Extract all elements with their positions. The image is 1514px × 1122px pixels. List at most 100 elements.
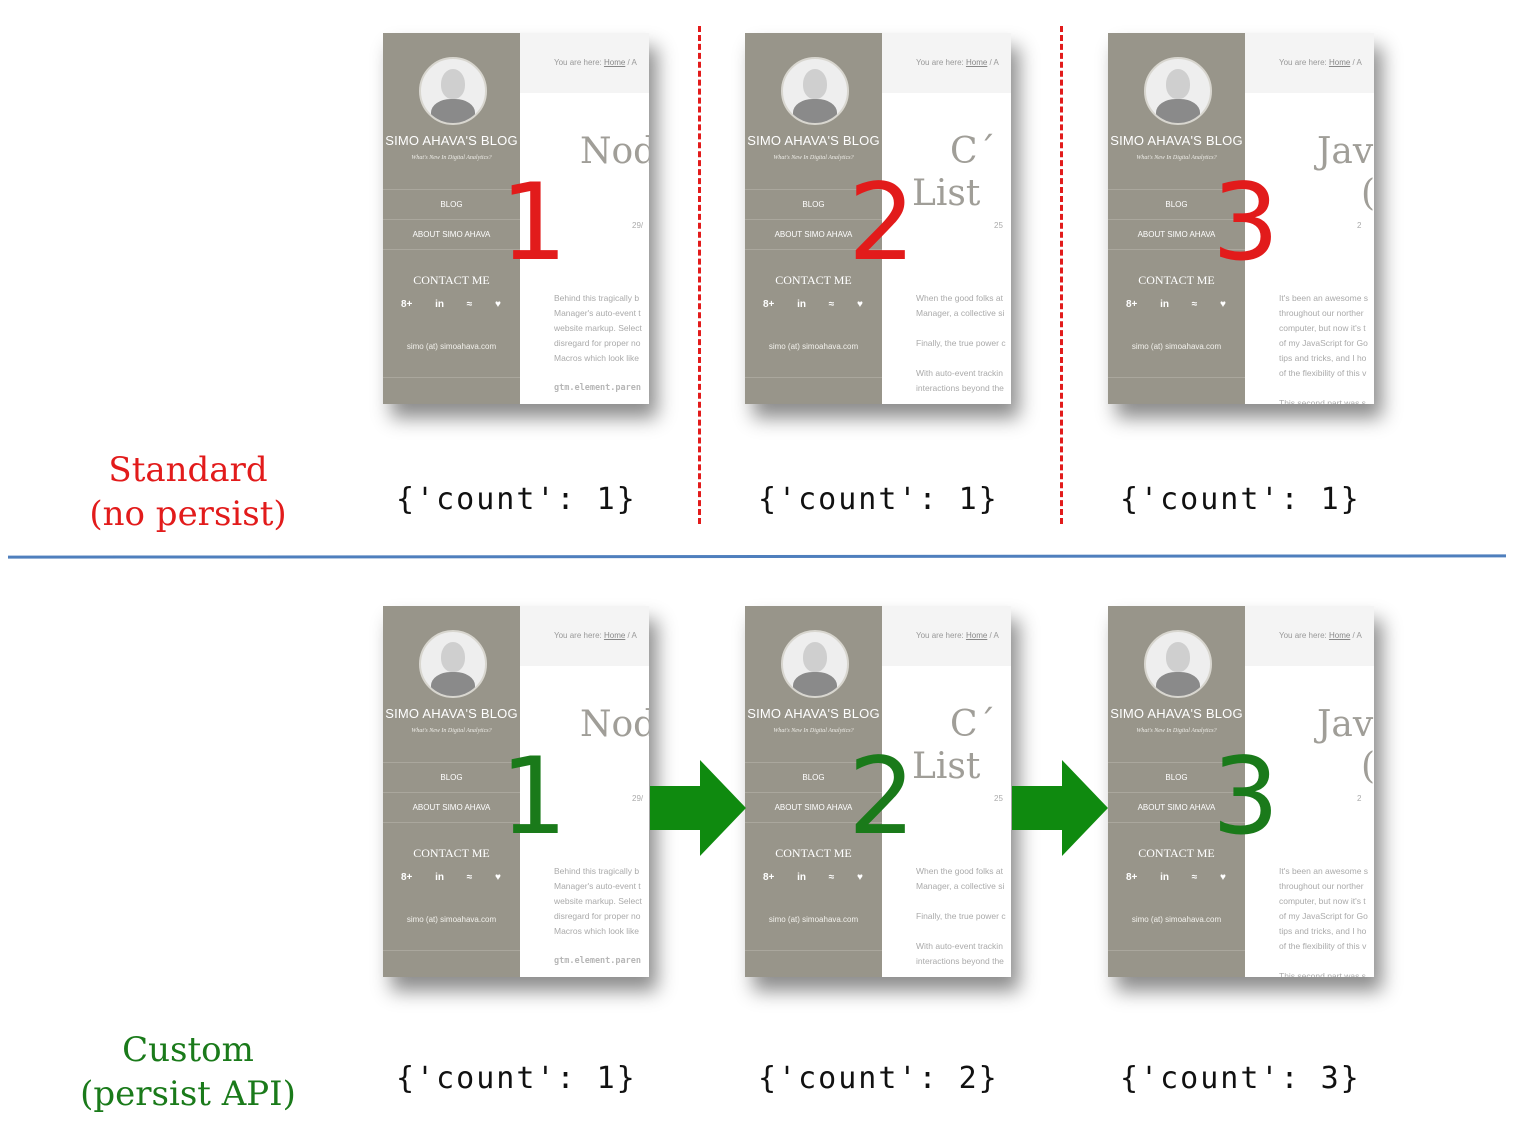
google-plus-icon[interactable]: 8+ xyxy=(763,299,774,310)
nav-divider xyxy=(745,950,882,951)
breadcrumb-home-link[interactable]: Home xyxy=(966,631,987,640)
rss-icon[interactable]: ≈ xyxy=(829,299,835,310)
rss-icon[interactable]: ≈ xyxy=(829,872,835,883)
avatar-body xyxy=(793,99,837,123)
excerpt-line: throughout our norther xyxy=(1279,881,1364,891)
google-plus-icon[interactable]: 8+ xyxy=(401,872,412,883)
twitter-icon[interactable]: ♥ xyxy=(1220,299,1226,310)
breadcrumb-home-link[interactable]: Home xyxy=(966,58,987,67)
excerpt-line: tips and tricks, and I ho xyxy=(1279,926,1367,936)
linkedin-icon[interactable]: in xyxy=(1160,872,1169,883)
excerpt-line: gtm.element.paren xyxy=(554,383,641,393)
rss-icon[interactable]: ≈ xyxy=(467,299,473,310)
linkedin-icon[interactable]: in xyxy=(435,299,444,310)
post-title: Jav( xyxy=(1317,131,1374,215)
social-links: 8+ in ≈ ♥ xyxy=(401,872,501,883)
step-number: 3 xyxy=(1212,161,1280,284)
twitter-icon[interactable]: ♥ xyxy=(1220,872,1226,883)
breadcrumb-prefix: You are here: xyxy=(554,58,604,67)
breadcrumb-sep: / A xyxy=(625,58,637,67)
rss-icon[interactable]: ≈ xyxy=(467,872,473,883)
post-date: 25 xyxy=(994,794,1003,803)
excerpt-line: of the flexibility of this v xyxy=(1279,368,1367,378)
post-date: 25 xyxy=(994,221,1003,230)
avatar-body xyxy=(431,99,475,123)
breadcrumb-prefix: You are here: xyxy=(1279,58,1329,67)
excerpt-line: website markup. Select xyxy=(554,323,642,333)
rss-icon[interactable]: ≈ xyxy=(1192,299,1198,310)
rss-icon[interactable]: ≈ xyxy=(1192,872,1198,883)
linkedin-icon[interactable]: in xyxy=(1160,299,1169,310)
excerpt-line: Behind this tragically b xyxy=(554,293,640,303)
count-label: {'count': 3} xyxy=(1120,1061,1361,1096)
excerpt-line: With auto-event trackin xyxy=(916,941,1003,951)
post-date: 2 xyxy=(1357,794,1362,803)
social-links: 8+ in ≈ ♥ xyxy=(1126,872,1226,883)
excerpt-line xyxy=(1279,381,1374,396)
breadcrumb: You are here: Home / A xyxy=(916,58,999,67)
breadcrumb-prefix: You are here: xyxy=(1279,631,1329,640)
excerpt-line xyxy=(916,894,1011,909)
google-plus-icon[interactable]: 8+ xyxy=(1126,299,1137,310)
google-plus-icon[interactable]: 8+ xyxy=(401,299,412,310)
count-label: {'count': 1} xyxy=(396,482,637,517)
linkedin-icon[interactable]: in xyxy=(435,872,444,883)
post-title: C´ List xyxy=(912,704,996,788)
avatar-head xyxy=(803,642,827,672)
post-title: Nod xyxy=(580,704,649,746)
post-title-line: Nod xyxy=(580,131,649,172)
blog-title: SIMO AHAVA'S BLOG xyxy=(747,706,880,721)
linkedin-icon[interactable]: in xyxy=(797,299,806,310)
google-plus-icon[interactable]: 8+ xyxy=(763,872,774,883)
right-arrow-icon xyxy=(650,760,746,856)
post-title-line: Nod xyxy=(580,704,649,745)
excerpt-line xyxy=(554,939,649,954)
twitter-icon[interactable]: ♥ xyxy=(495,299,501,310)
breadcrumb-home-link[interactable]: Home xyxy=(604,631,625,640)
excerpt-line xyxy=(916,924,1011,939)
breadcrumb-sep: / A xyxy=(1350,58,1362,67)
excerpt-line xyxy=(916,321,1011,336)
excerpt-line: gtm.element.paren xyxy=(554,956,641,966)
linkedin-icon[interactable]: in xyxy=(797,872,806,883)
excerpt-line: Macros which look like xyxy=(554,926,640,936)
avatar xyxy=(1144,57,1212,125)
google-plus-icon[interactable]: 8+ xyxy=(1126,872,1137,883)
twitter-icon[interactable]: ♥ xyxy=(857,299,863,310)
step-number: 1 xyxy=(500,735,568,858)
breadcrumb-home-link[interactable]: Home xyxy=(604,58,625,67)
contact-email: simo (at) simoahava.com xyxy=(1131,915,1222,924)
nav-divider xyxy=(745,377,882,378)
red-dashed-divider xyxy=(698,26,701,524)
excerpt-line: disregard for proper no xyxy=(554,911,641,921)
excerpt-line: Manager, a collective si xyxy=(916,308,1005,318)
step-number: 2 xyxy=(848,161,916,284)
social-links: 8+ in ≈ ♥ xyxy=(763,872,863,883)
breadcrumb: You are here: Home / A xyxy=(554,631,637,640)
breadcrumb-home-link[interactable]: Home xyxy=(1329,631,1350,640)
post-title: C´ List xyxy=(912,131,996,215)
contact-email: simo (at) simoahava.com xyxy=(406,342,497,351)
avatar xyxy=(419,57,487,125)
post-title-line: C´ xyxy=(950,131,996,172)
breadcrumb-home-link[interactable]: Home xyxy=(1329,58,1350,67)
post-title-line: List xyxy=(912,173,981,214)
excerpt-line xyxy=(1279,954,1374,969)
post-title-line: Jav xyxy=(1317,704,1374,745)
twitter-icon[interactable]: ♥ xyxy=(495,872,501,883)
social-links: 8+ in ≈ ♥ xyxy=(1126,299,1226,310)
step-number: 3 xyxy=(1212,735,1280,858)
excerpt-line: With auto-event trackin xyxy=(916,368,1003,378)
post-title-line: Jav xyxy=(1317,131,1374,172)
post-excerpt: When the good folks at Manager, a collect… xyxy=(916,864,1011,969)
blog-title: SIMO AHAVA'S BLOG xyxy=(385,706,518,721)
excerpt-line: Macros which look like xyxy=(554,353,640,363)
twitter-icon[interactable]: ♥ xyxy=(857,872,863,883)
step-number: 2 xyxy=(848,735,916,858)
excerpt-line: tips and tricks, and I ho xyxy=(1279,353,1367,363)
avatar xyxy=(781,630,849,698)
row-label-line: Standard xyxy=(108,450,268,490)
breadcrumb-prefix: You are here: xyxy=(554,631,604,640)
avatar-head xyxy=(1166,642,1190,672)
breadcrumb-sep: / A xyxy=(625,631,637,640)
